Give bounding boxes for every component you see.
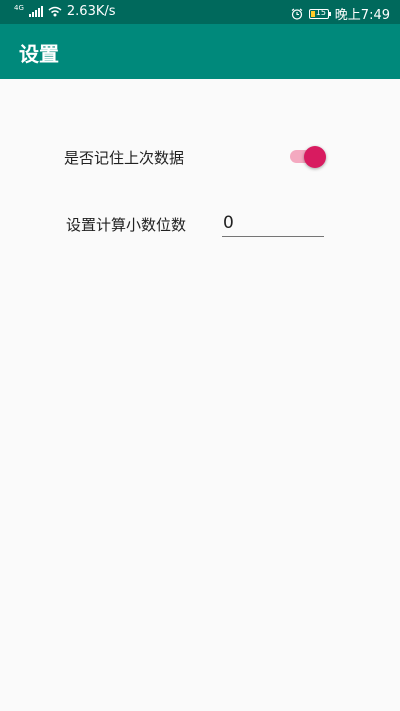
network-speed: 2.63K/s [66, 4, 116, 19]
remember-data-label: 是否记住上次数据 [64, 149, 185, 167]
page-title: 设置 [19, 42, 59, 66]
signal-icon [28, 6, 43, 17]
remember-data-switch[interactable] [288, 146, 328, 168]
battery-level: 15 [315, 7, 326, 17]
status-right: 15 晚上7:49 [291, 4, 390, 23]
alarm-icon [291, 8, 303, 20]
network-type: 4G [14, 3, 24, 12]
status-left: 4G 2.63K/s [14, 3, 116, 20]
switch-thumb [304, 146, 326, 168]
battery-icon: 15 [308, 7, 331, 19]
battery-fill [310, 10, 315, 17]
status-bar: 4G 2.63K/s 15 晚上7:49 [0, 0, 400, 24]
wifi-icon [48, 6, 62, 17]
clock: 晚上7:49 [334, 8, 390, 23]
decimal-places-input[interactable] [222, 211, 324, 237]
decimal-places-label: 设置计算小数位数 [66, 216, 187, 234]
toolbar: 设置 [0, 24, 400, 79]
